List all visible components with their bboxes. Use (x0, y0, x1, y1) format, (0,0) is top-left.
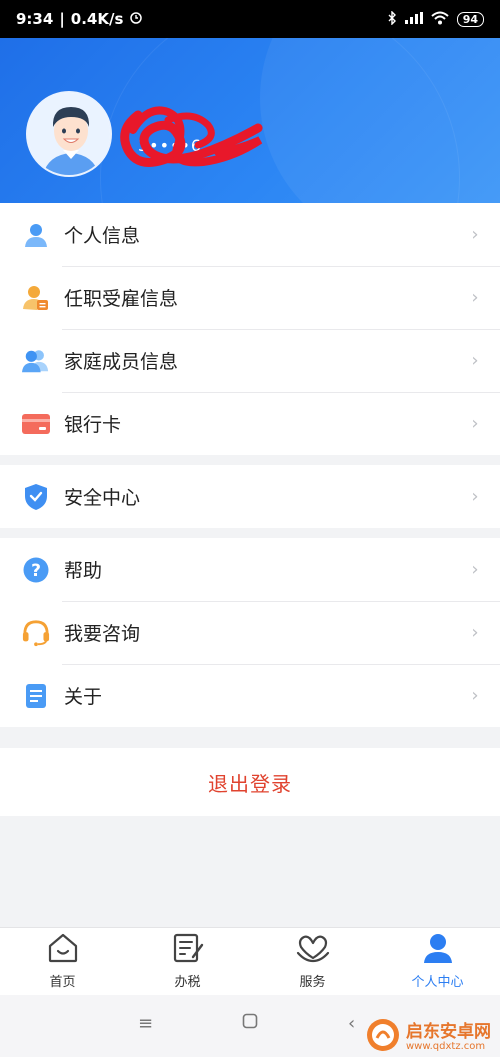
menu-item-about[interactable]: 关于 › (0, 664, 500, 727)
battery-indicator: 94 (456, 11, 484, 27)
home-nav-icon[interactable] (242, 1013, 258, 1034)
tab-tax[interactable]: 办税 (125, 928, 250, 995)
menu-item-label: 帮助 (64, 560, 103, 582)
help-icon: ? (22, 556, 50, 584)
avatar[interactable] (26, 91, 112, 177)
menu-item-label: 任职受雇信息 (64, 288, 179, 310)
menu-item-bank-card[interactable]: 银行卡 › (0, 392, 500, 455)
watermark-url: www.qdxtz.com (406, 1040, 486, 1052)
tab-label: 办税 (174, 975, 201, 990)
tab-user-center[interactable]: 个人中心 (375, 928, 500, 995)
menu-nav-icon[interactable]: ≡ (138, 1013, 153, 1034)
menu-group-personal: 个人信息 › 任职受雇信息 › 家庭成员信息 › 银行卡 › (0, 203, 500, 455)
service-icon (296, 933, 330, 967)
menu-item-security-center[interactable]: 安全中心 › (0, 465, 500, 528)
chevron-right-icon: › (471, 685, 479, 706)
menu-item-personal-info[interactable]: 个人信息 › (0, 203, 500, 266)
alarm-icon (129, 10, 143, 28)
chevron-right-icon: › (471, 287, 479, 308)
network-speed: 0.4K/s (70, 10, 124, 28)
watermark-logo-icon (366, 1018, 400, 1056)
menu-item-label: 安全中心 (64, 487, 141, 509)
tax-icon (172, 933, 204, 967)
bank-card-icon (22, 410, 50, 438)
back-nav-icon[interactable]: ‹ (348, 1013, 355, 1034)
menu-item-consult[interactable]: 我要咨询 › (0, 601, 500, 664)
chevron-right-icon: › (471, 224, 479, 245)
headset-icon (22, 619, 50, 647)
shield-icon (22, 483, 50, 511)
tab-service[interactable]: 服务 (250, 928, 375, 995)
svg-text:?: ? (31, 561, 41, 581)
menu-item-employment-info[interactable]: 任职受雇信息 › (0, 266, 500, 329)
menu-item-label: 关于 (64, 686, 103, 708)
watermark-title: 启东安卓网 (406, 1021, 491, 1042)
status-time: 9:34 (16, 10, 54, 28)
menu-group-help: ? 帮助 › 我要咨询 › 关于 › (0, 538, 500, 727)
tab-home[interactable]: 首页 (0, 928, 125, 995)
person-icon (22, 221, 50, 249)
menu-item-label: 我要咨询 (64, 623, 141, 645)
profile-header: 3••••6 (0, 38, 500, 203)
chevron-right-icon: › (471, 350, 479, 371)
chevron-right-icon: › (471, 486, 479, 507)
bluetooth-icon (387, 9, 397, 28)
menu-item-label: 个人信息 (64, 225, 141, 247)
menu-item-label: 银行卡 (64, 414, 122, 436)
bottom-tab-bar: 首页 办税 服务 个人中心 (0, 927, 500, 995)
signal-icon (404, 11, 423, 27)
document-icon (22, 682, 50, 710)
home-icon (47, 933, 79, 967)
menu-item-label: 家庭成员信息 (64, 351, 179, 373)
chevron-right-icon: › (471, 413, 479, 434)
user-center-icon (422, 933, 454, 967)
menu-group-security: 安全中心 › (0, 465, 500, 528)
chevron-right-icon: › (471, 559, 479, 580)
tab-label: 个人中心 (411, 975, 464, 990)
status-bar: 9:34 | 0.4K/s 94 (0, 0, 500, 38)
menu-item-family-info[interactable]: 家庭成员信息 › (0, 329, 500, 392)
tab-label: 服务 (299, 975, 326, 990)
watermark: 启东安卓网 www.qdxtz.com (366, 1018, 491, 1056)
chevron-right-icon: › (471, 622, 479, 643)
employment-icon (22, 284, 50, 312)
tab-label: 首页 (49, 975, 76, 990)
redaction-scribble (120, 106, 263, 167)
family-icon (22, 347, 50, 375)
menu-item-help[interactable]: ? 帮助 › (0, 538, 500, 601)
logout-button[interactable]: 退出登录 (0, 748, 500, 816)
wifi-icon (431, 11, 449, 28)
